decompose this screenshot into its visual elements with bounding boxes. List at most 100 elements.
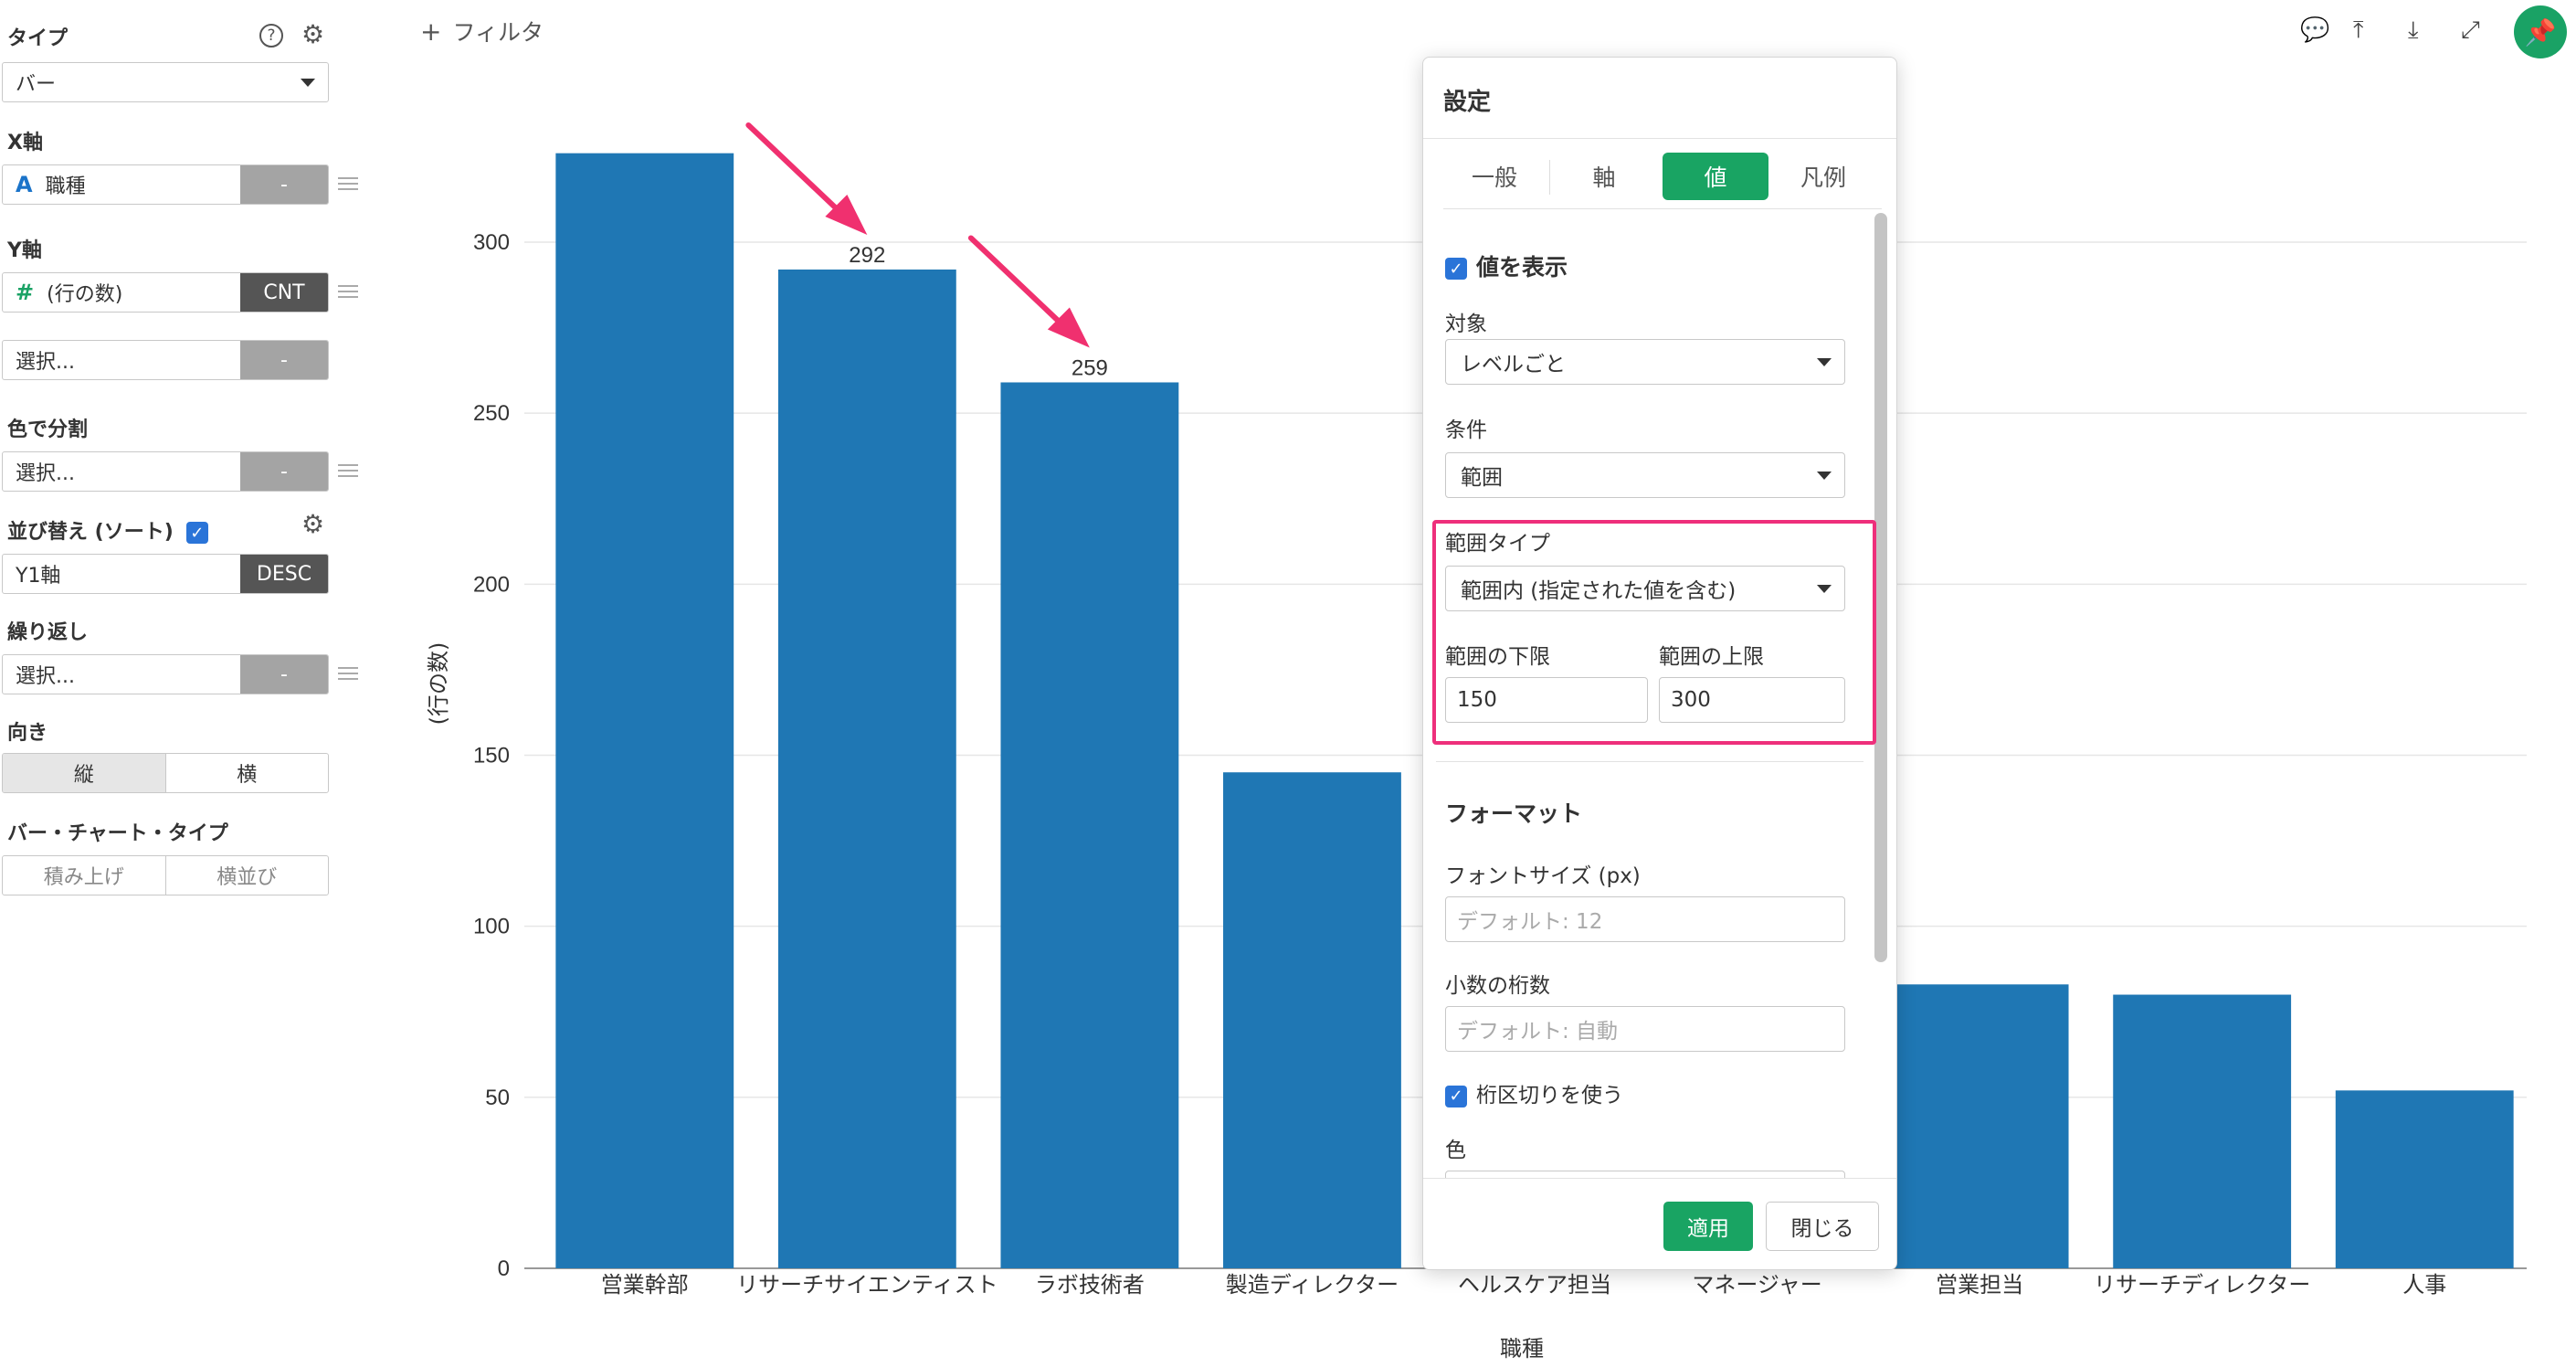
tab-axis[interactable]: 軸 bbox=[1551, 153, 1657, 200]
bar bbox=[2335, 1090, 2514, 1268]
bar bbox=[1890, 984, 2069, 1268]
sort-order-button[interactable]: DESC bbox=[240, 555, 328, 593]
condition-select[interactable]: 範囲 bbox=[1445, 452, 1845, 498]
show-values-checkbox[interactable]: ✓ 値を表示 bbox=[1445, 249, 1568, 282]
chart-type-select[interactable]: バー bbox=[2, 62, 329, 102]
bar bbox=[2113, 994, 2292, 1268]
x-tick-label: 営業幹部 bbox=[601, 1272, 689, 1298]
gear-icon[interactable]: ⚙ bbox=[301, 22, 324, 48]
divider bbox=[1443, 208, 1882, 209]
tab-values[interactable]: 値 bbox=[1663, 153, 1768, 200]
download-icon[interactable]: ⤓ bbox=[2408, 16, 2419, 45]
y-axis2-field[interactable]: 選択... - bbox=[2, 340, 329, 380]
dialog-footer: 適用 閉じる bbox=[1423, 1178, 1896, 1269]
repeat-label: 繰り返し bbox=[7, 621, 89, 644]
y-tick-label: 50 bbox=[485, 1086, 510, 1110]
x-tick-label: リサーチディレクター bbox=[2094, 1272, 2310, 1298]
bar bbox=[555, 153, 734, 1268]
target-select[interactable]: レベルごと bbox=[1445, 339, 1845, 385]
sort-field[interactable]: Y1軸 DESC bbox=[2, 554, 329, 594]
orientation-vertical[interactable]: 縦 bbox=[3, 754, 165, 792]
apply-button[interactable]: 適用 bbox=[1663, 1202, 1753, 1251]
color-split-field[interactable]: 選択... - bbox=[2, 451, 329, 492]
menu-icon[interactable] bbox=[338, 667, 358, 680]
type-label: タイプ bbox=[7, 27, 69, 50]
repeat-agg-button[interactable]: - bbox=[240, 655, 328, 694]
x-tick-label: リサーチサイエンティスト bbox=[736, 1272, 998, 1298]
comment-icon[interactable]: 💬 bbox=[2300, 16, 2329, 44]
sort-field-name: Y1軸 bbox=[16, 565, 61, 588]
gear-icon[interactable]: ⚙ bbox=[301, 512, 324, 537]
dialog-title: 設定 bbox=[1443, 89, 1492, 116]
range-min-label: 範囲の下限 bbox=[1445, 645, 1550, 669]
close-button[interactable]: 閉じる bbox=[1766, 1202, 1879, 1251]
help-icon[interactable]: ? bbox=[259, 24, 283, 48]
y-tick-label: 150 bbox=[473, 744, 510, 768]
y-axis-agg-button[interactable]: CNT bbox=[240, 273, 328, 312]
repeat-field[interactable]: 選択... - bbox=[2, 654, 329, 694]
y-axis-title: (行の数) bbox=[426, 642, 451, 726]
x-axis-label: X軸 bbox=[7, 132, 43, 154]
bar-type-label: バー・チャート・タイプ bbox=[7, 822, 228, 845]
x-axis-agg-button[interactable]: - bbox=[240, 165, 328, 204]
y-tick-label: 100 bbox=[473, 915, 510, 939]
format-title: フォーマット bbox=[1445, 800, 1583, 827]
y-axis2-agg-button[interactable]: - bbox=[240, 341, 328, 379]
bar-type-stacked[interactable]: 積み上げ bbox=[3, 856, 165, 895]
bar-chart: 0 50 100 150 200 250 300 営業幹部 リサーチサイエンティスト ラボ技術者… bbox=[426, 122, 2527, 1362]
bar bbox=[777, 269, 956, 1268]
menu-icon[interactable] bbox=[338, 464, 358, 477]
tab-general[interactable]: 一般 bbox=[1441, 153, 1547, 200]
range-type-select[interactable]: 範囲内 (指定された値を含む) bbox=[1445, 566, 1845, 611]
data-label: 259 bbox=[1072, 355, 1108, 380]
expand-icon[interactable]: ⤢ bbox=[2461, 16, 2480, 45]
sort-checkbox[interactable]: ✓ bbox=[185, 522, 208, 544]
font-size-label: フォントサイズ (px) bbox=[1445, 864, 1641, 888]
orientation-toggle[interactable]: 縦 横 bbox=[2, 753, 329, 793]
filter-label: フィルタ bbox=[452, 19, 544, 46]
add-filter-button[interactable]: + フィルタ bbox=[420, 15, 544, 48]
y-tick-label: 0 bbox=[498, 1256, 510, 1281]
y-axis-field[interactable]: # (行の数) CNT bbox=[2, 272, 329, 313]
y-tick-label: 250 bbox=[473, 401, 510, 426]
color-split-placeholder: 選択... bbox=[16, 462, 75, 485]
decimals-label: 小数の桁数 bbox=[1445, 974, 1550, 998]
range-max-input[interactable]: 300 bbox=[1659, 677, 1845, 723]
divider bbox=[1423, 138, 1896, 139]
number-type-icon: # bbox=[16, 280, 35, 305]
caret-down-icon bbox=[301, 78, 315, 87]
tab-legend[interactable]: 凡例 bbox=[1770, 153, 1876, 200]
font-size-input[interactable]: デフォルト: 12 bbox=[1445, 896, 1845, 942]
x-tick-label: ヘルスケア担当 bbox=[1458, 1272, 1611, 1298]
orientation-label: 向き bbox=[7, 722, 48, 745]
x-axis-title: 職種 bbox=[1500, 1336, 1544, 1362]
bar bbox=[1000, 382, 1179, 1268]
bar-type-toggle[interactable]: 積み上げ 横並び bbox=[2, 855, 329, 895]
upload-icon[interactable]: ⤒ bbox=[2353, 16, 2364, 45]
range-max-label: 範囲の上限 bbox=[1659, 645, 1764, 669]
range-min-input[interactable]: 150 bbox=[1445, 677, 1648, 723]
color-split-agg-button[interactable]: - bbox=[240, 452, 328, 491]
y-axis-field-name: (行の数) bbox=[47, 283, 123, 306]
checkbox-checked-icon: ✓ bbox=[1445, 1085, 1467, 1107]
x-tick-label: ラボ技術者 bbox=[1035, 1272, 1145, 1298]
x-tick-label: 人事 bbox=[2402, 1272, 2446, 1298]
caret-down-icon bbox=[1817, 584, 1832, 593]
y-tick-label: 200 bbox=[473, 572, 510, 597]
menu-icon[interactable] bbox=[338, 177, 358, 190]
pin-icon[interactable]: 📌 bbox=[2514, 5, 2567, 58]
orientation-horizontal[interactable]: 横 bbox=[164, 754, 329, 792]
menu-icon[interactable] bbox=[338, 285, 358, 298]
y-tick-label: 300 bbox=[473, 230, 510, 255]
chart-type-value: バー bbox=[16, 73, 57, 96]
checkbox-checked-icon: ✓ bbox=[1445, 258, 1467, 280]
scrollbar[interactable] bbox=[1874, 213, 1887, 962]
thousands-sep-checkbox[interactable]: ✓ 桁区切りを使う bbox=[1445, 1077, 1623, 1108]
bar-type-grouped[interactable]: 横並び bbox=[164, 856, 329, 895]
text-type-icon: A bbox=[16, 172, 33, 197]
x-tick-label: マネージャー bbox=[1692, 1272, 1821, 1298]
y-axis-ticks: 0 50 100 150 200 250 300 bbox=[473, 230, 510, 1281]
x-axis-field[interactable]: A 職種 - bbox=[2, 164, 329, 205]
decimals-input[interactable]: デフォルト: 自動 bbox=[1445, 1006, 1845, 1052]
value-color-label: 色 bbox=[1445, 1139, 1466, 1162]
